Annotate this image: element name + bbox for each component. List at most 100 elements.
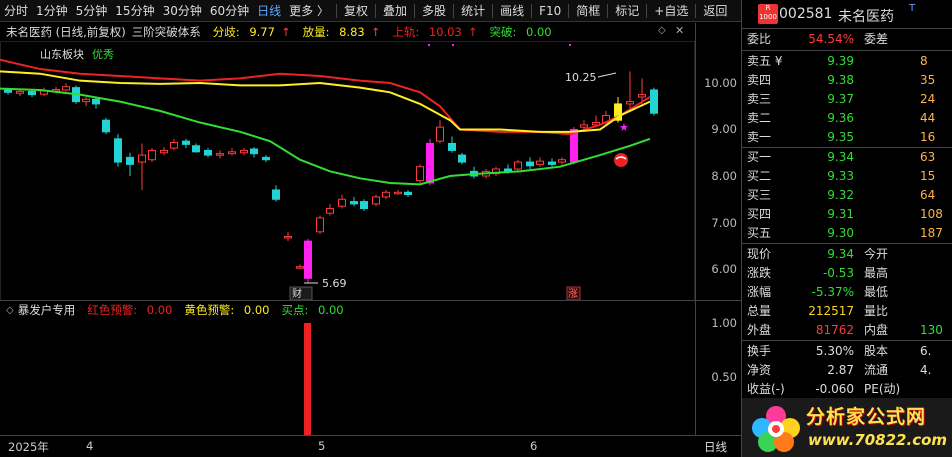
bid-row-value: 9.31 [827,207,854,221]
stat-row-value: 5.30% [815,344,854,358]
y-tick: 7.00 [711,216,737,230]
fuquan-button[interactable]: 复权 [340,0,372,22]
ask-row-label: 卖三 [747,92,772,106]
bid-row-value: 9.34 [827,150,854,164]
stat-row-label2: 内盘 [864,323,889,337]
low-price-label: 5.69 [322,277,347,290]
stat-row-label2: 今开 [864,247,889,261]
stat-row-value2: 6. [920,344,932,358]
stat-row: 外盘 81762 内盘 130 [742,321,952,340]
tab-60min[interactable]: 60分钟 [206,0,253,22]
tupo-value: 0.00 [526,25,552,39]
sector-tag: 山东板块 [40,47,84,61]
stat-row-value: 81762 [815,323,854,337]
stat-row-label2: 流通 [864,363,889,377]
add-watchlist-button[interactable]: +自选 [650,0,692,22]
mark-button[interactable]: 标记 [611,0,643,22]
period-label[interactable]: 日线 [704,439,727,455]
candle-body [296,266,304,269]
divider [742,243,952,244]
signal-ball-icon [614,153,628,167]
collapse-icon[interactable]: ◇ [6,305,14,316]
candle-body [240,149,248,154]
stat-row-label: 换手 [747,344,772,358]
candle-body [558,159,566,163]
stat-row-value: 2.87 [827,363,854,377]
draw-line-button[interactable]: 画线 [496,0,528,22]
divider [646,3,648,18]
candle-body [262,156,270,161]
candle-body [62,86,70,91]
sub-chart-title[interactable]: 暴发户专用 [18,302,76,318]
ask-row-label: 卖四 [747,73,772,87]
tupo-label: 突破: [489,25,517,39]
f10-button[interactable]: F10 [535,0,565,22]
bid-row-label: 买五 [747,226,772,240]
stat-row: 收益(-) -0.060 PE(动) [742,380,952,399]
candle-body [192,145,200,153]
tab-fenshi[interactable]: 分时 [0,0,32,22]
signal-bar [304,323,311,435]
candle-body [448,142,456,151]
stat-row: 现价 9.34 今开 [742,245,952,264]
ask-row-label: 卖五 ¥ [747,54,783,68]
bid-row-value2: 63 [920,150,936,164]
stat-row-label2: 量比 [864,304,889,318]
tab-5min[interactable]: 5分钟 [72,0,112,22]
candlestick-chart[interactable]: 山东板块 优秀 10.25 5.69 财 涨 ★ [0,41,695,301]
fenqi-label: 分歧: [212,25,240,39]
chart-title[interactable]: 未名医药 (日线,前复权) [6,24,126,40]
fangliang-indicator: 放量: 8.83 ↑ [297,24,381,40]
bid-row-label: 买二 [747,169,772,183]
tab-15min[interactable]: 15分钟 [111,0,158,22]
tab-30min[interactable]: 30分钟 [159,0,206,22]
divider [742,50,952,51]
shanggui-indicator: 上轨: 10.03 ↑ [386,24,477,40]
diamond-icon[interactable]: ◇ [658,26,668,36]
fangliang-label: 放量: [302,25,330,39]
close-icon[interactable]: ✕ [675,25,687,37]
stats-button[interactable]: 统计 [457,0,489,22]
tab-more[interactable]: 更多 〉 [285,0,333,22]
stat-row-value: 212517 [808,304,854,318]
bid-row-value2: 64 [920,188,936,202]
candle-body [548,161,556,165]
candle-body [138,154,146,163]
stat-row-label2: 最低 [864,285,889,299]
ask-row-value2: 16 [920,130,936,144]
t-marker: T [909,3,916,14]
bid-row: 买一 9.34 63 [742,148,952,167]
overlay-button[interactable]: 叠加 [379,0,411,22]
candle-body [426,142,434,184]
arrow-up-icon: ↑ [467,25,478,39]
candle-body [514,161,522,170]
ask-row-value: 9.35 [827,130,854,144]
candle-body [102,119,110,133]
sub-y-tick: 0.50 [711,370,737,384]
yellow-warning-label: 黄色预警: [184,303,235,317]
sub-indicator-chart[interactable] [0,319,695,435]
divider [695,3,697,18]
candle-body [170,142,178,149]
bid-row-value: 9.30 [827,226,854,240]
candle-body [626,101,634,105]
y-tick: 9.00 [711,122,737,136]
stat-row-value2: 4. [920,363,932,377]
ask-row-value: 9.38 [827,73,854,87]
multi-stock-button[interactable]: 多股 [418,0,450,22]
candle-body [126,156,134,165]
candle-body [216,153,224,156]
candle-body [526,161,534,167]
candle-body [360,201,368,210]
back-button[interactable]: 返回 [699,0,731,22]
tab-1min[interactable]: 1分钟 [32,0,72,22]
stat-row-label2: 股本 [864,344,889,358]
tab-daily[interactable]: 日线 [253,0,285,22]
bid-row-value2: 15 [920,169,936,183]
candle-body [536,160,544,165]
candle-body [228,151,236,155]
simple-frame-button[interactable]: 简框 [572,0,604,22]
indicator-name[interactable]: 三阶突破体系 [132,24,201,40]
logo-url: www.70822.com [808,431,948,449]
stock-name: 未名医药 [838,9,894,25]
